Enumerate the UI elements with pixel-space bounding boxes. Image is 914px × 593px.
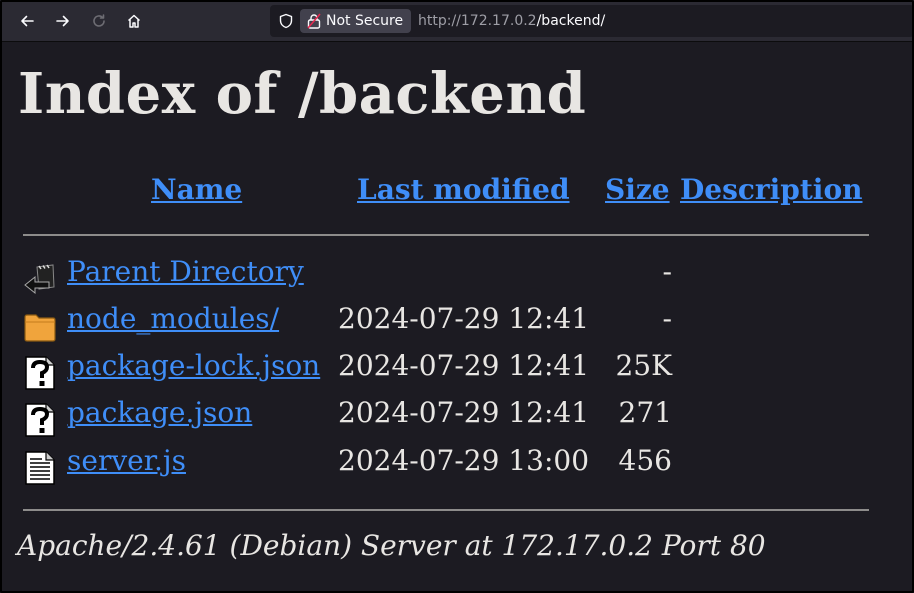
modified-date: 2024-07-29 12:41 <box>338 349 590 382</box>
modified-date: 2024-07-29 12:41 <box>338 396 590 429</box>
listing-row: server.js 2024-07-29 13:00 456 <box>0 444 914 488</box>
sort-by-description-link[interactable]: Description <box>680 173 862 206</box>
folder-icon <box>24 314 56 342</box>
listing-row: package.json 2024-07-29 12:41 271 <box>0 396 914 440</box>
browser-toolbar: Not Secure http://172.17.0.2/backend/ <box>0 0 914 42</box>
forward-icon <box>56 15 69 27</box>
sort-by-name-link[interactable]: Name <box>151 173 242 206</box>
server-signature: Apache/2.4.61 (Debian) Server at 172.17.… <box>17 529 766 562</box>
listing-row: package-lock.json 2024-07-29 12:41 25K <box>0 349 914 393</box>
not-secure-badge[interactable]: Not Secure <box>300 9 412 33</box>
file-size: 25K <box>615 349 672 382</box>
file-size: 456 <box>618 444 672 477</box>
parent-directory-link[interactable]: Parent Directory <box>67 255 304 288</box>
footer-divider <box>23 509 869 511</box>
server-js-link[interactable]: server.js <box>67 444 186 477</box>
not-secure-label: Not Secure <box>326 13 404 29</box>
home-icon <box>127 14 141 28</box>
url-text[interactable]: http://172.17.0.2/backend/ <box>418 5 605 37</box>
back-folder-icon <box>24 264 55 295</box>
reload-icon <box>93 14 105 27</box>
modified-date: 2024-07-29 12:41 <box>338 302 590 335</box>
reload-button[interactable] <box>87 9 111 33</box>
package-json-link[interactable]: package.json <box>67 396 252 429</box>
sort-by-size-link[interactable]: Size <box>605 173 670 206</box>
url-host: http://172.17.0.2 <box>418 13 537 29</box>
header-divider <box>23 234 869 236</box>
node-modules-link[interactable]: node_modules/ <box>67 302 279 335</box>
file-size: - <box>662 255 672 288</box>
lock-warning-icon <box>307 13 321 29</box>
listing-row: node_modules/ 2024-07-29 12:41 - <box>0 302 914 346</box>
file-size: - <box>662 302 672 335</box>
sort-by-last-modified-link[interactable]: Last modified <box>357 173 570 206</box>
unknown-file-icon <box>25 403 55 437</box>
file-size: 271 <box>618 396 672 429</box>
text-file-icon <box>25 451 55 485</box>
url-bar[interactable]: Not Secure http://172.17.0.2/backend/ <box>270 5 914 37</box>
page-title: Index of /backend <box>18 61 587 127</box>
home-button[interactable] <box>122 9 146 33</box>
listing-row: Parent Directory - <box>0 255 914 299</box>
modified-date: 2024-07-29 13:00 <box>338 444 590 477</box>
package-lock-json-link[interactable]: package-lock.json <box>67 349 320 382</box>
back-icon <box>21 15 34 27</box>
page-content: Index of /backend Name Last modified Siz… <box>0 43 914 593</box>
unknown-file-icon <box>25 356 55 390</box>
back-button[interactable] <box>15 9 39 33</box>
forward-button[interactable] <box>51 9 75 33</box>
url-path: /backend/ <box>536 13 606 29</box>
shield-icon[interactable] <box>278 13 294 29</box>
